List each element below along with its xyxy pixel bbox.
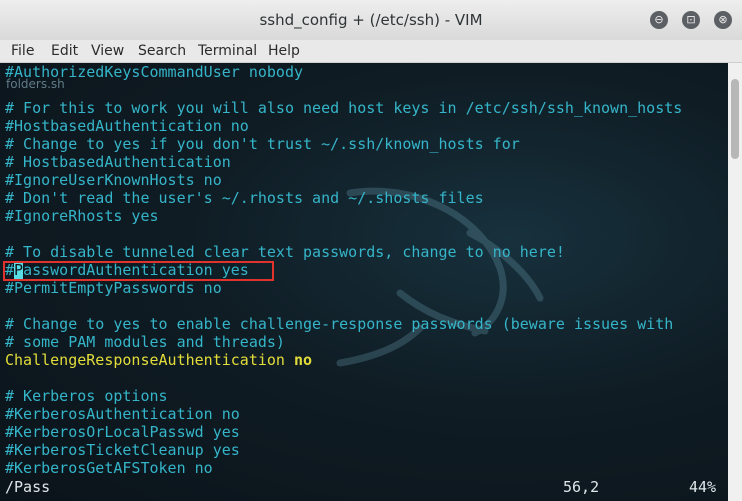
text-cursor: P <box>14 261 24 279</box>
setting-key: ChallengeResponseAuthentication <box>5 351 285 369</box>
code-line[interactable]: # To disable tunneled clear text passwor… <box>5 243 682 261</box>
search-command[interactable]: /Pass <box>5 478 50 496</box>
menu-edit[interactable]: Edit <box>51 43 78 59</box>
vim-editor[interactable]: folders.sh #AuthorizedKeysCommandUser no… <box>0 63 728 501</box>
menu-search[interactable]: Search <box>138 43 186 59</box>
code-line[interactable]: #KerberosTicketCleanup yes <box>5 441 682 459</box>
code-line[interactable]: #IgnoreUserKnownHosts no <box>5 171 682 189</box>
scrollbar[interactable] <box>728 63 742 501</box>
cursor-position: 56,2 <box>563 478 600 496</box>
code-line[interactable]: # Change to yes to enable challenge-resp… <box>5 315 682 333</box>
close-button[interactable]: ⊗ <box>714 11 732 29</box>
window-title: sshd_config + (/etc/ssh) - VIM <box>259 11 483 29</box>
code-line[interactable] <box>5 81 682 99</box>
menu-terminal[interactable]: Terminal <box>198 43 257 59</box>
terminal-window: sshd_config + (/etc/ssh) - VIM ⊖ ⊡ ⊗ Fil… <box>0 0 742 501</box>
code-line[interactable]: # HostbasedAuthentication <box>5 153 682 171</box>
menu-bar: File Edit View Search Terminal Help <box>0 40 742 63</box>
code-line[interactable]: # For this to work you will also need ho… <box>5 99 682 117</box>
code-line[interactable]: #KerberosOrLocalPasswd yes <box>5 423 682 441</box>
minimize-button[interactable]: ⊖ <box>650 11 668 29</box>
code-line[interactable]: #IgnoreRhosts yes <box>5 207 682 225</box>
code-line[interactable]: #PasswordAuthentication yes <box>5 261 682 279</box>
code-line[interactable] <box>5 369 682 387</box>
code-line[interactable]: # Don't read the user's ~/.rhosts and ~/… <box>5 189 682 207</box>
line-text: # <box>5 261 15 279</box>
title-bar[interactable]: sshd_config + (/etc/ssh) - VIM ⊖ ⊡ ⊗ <box>0 0 742 41</box>
setting-value: no <box>294 351 313 369</box>
code-line[interactable]: #PermitEmptyPasswords no <box>5 279 682 297</box>
scrollbar-thumb[interactable] <box>731 79 739 159</box>
code-line[interactable]: #AuthorizedKeysCommandUser nobody <box>5 63 682 81</box>
line-text: asswordAuthentication yes <box>23 261 249 279</box>
code-line[interactable]: # some PAM modules and threads) <box>5 333 682 351</box>
code-line[interactable]: #KerberosGetAFSToken no <box>5 459 682 477</box>
scroll-percent: 44% <box>689 478 717 496</box>
code-line[interactable]: #KerberosAuthentication no <box>5 405 682 423</box>
status-line: /Pass 56,2 44% <box>5 478 725 498</box>
menu-file[interactable]: File <box>11 43 34 59</box>
menu-help[interactable]: Help <box>268 43 300 59</box>
code-line[interactable]: #HostbasedAuthentication no <box>5 117 682 135</box>
maximize-button[interactable]: ⊡ <box>682 11 700 29</box>
code-line[interactable] <box>5 297 682 315</box>
code-line[interactable] <box>5 225 682 243</box>
code-line[interactable]: # Change to yes if you don't trust ~/.ss… <box>5 135 682 153</box>
code-line[interactable]: # Kerberos options <box>5 387 682 405</box>
menu-view[interactable]: View <box>91 43 124 59</box>
code-line[interactable]: ChallengeResponseAuthentication no <box>5 351 682 369</box>
editor-text[interactable]: #AuthorizedKeysCommandUser nobody # For t… <box>5 63 682 477</box>
